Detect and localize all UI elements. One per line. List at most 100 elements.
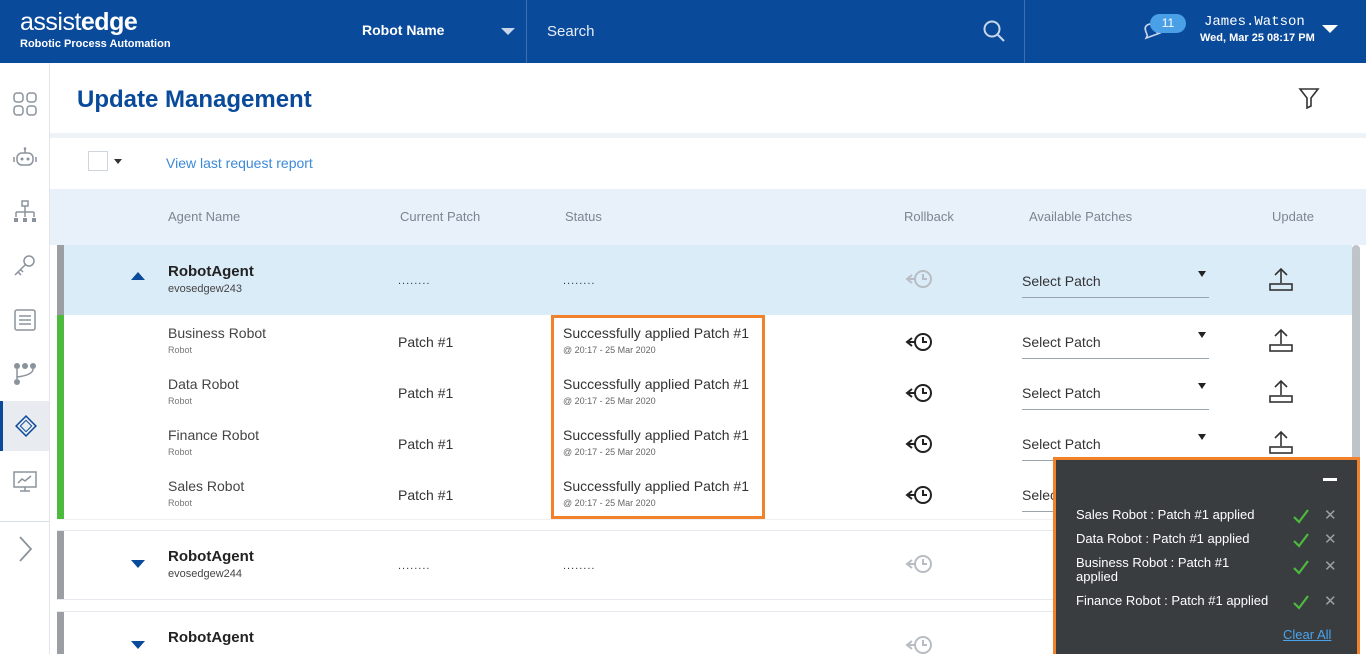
divider <box>0 521 49 522</box>
view-report-link[interactable]: View last request report <box>166 155 313 171</box>
divider <box>1024 0 1025 63</box>
search-icon[interactable] <box>982 19 1006 43</box>
status-highlight <box>551 315 765 519</box>
rollback-icon[interactable] <box>905 432 935 456</box>
column-header-rollback[interactable]: Rollback <box>904 209 954 224</box>
chevron-down-icon[interactable] <box>114 159 122 164</box>
patch-select[interactable]: Select Patch <box>1022 377 1209 410</box>
table-header <box>50 189 1366 245</box>
page-title: Update Management <box>77 86 312 113</box>
logo-text-right: edge <box>80 8 138 36</box>
column-header-patch[interactable]: Current Patch <box>400 209 480 224</box>
robot-name: Business Robot <box>168 325 267 341</box>
chip-icon <box>15 415 37 437</box>
column-header-update[interactable]: Update <box>1272 209 1314 224</box>
column-header-status[interactable]: Status <box>565 209 602 224</box>
check-icon <box>1293 560 1309 575</box>
check-icon <box>1293 595 1309 610</box>
dashboard-icon <box>12 92 37 116</box>
sidebar-expand-button[interactable] <box>0 524 49 574</box>
notification-panel: Sales Robot : Patch #1 applied ✕ Data Ro… <box>1053 457 1360 654</box>
close-icon[interactable]: ✕ <box>1324 530 1337 548</box>
key-icon <box>13 255 35 276</box>
agent-title: RobotAgent <box>168 548 254 565</box>
patch-select[interactable]: Select Patch <box>1022 326 1209 359</box>
sidebar-item-hierarchy[interactable] <box>0 187 49 237</box>
rollback-icon[interactable] <box>905 330 935 354</box>
monitor-chart-icon <box>12 471 37 492</box>
sidebar-item-reports[interactable] <box>0 457 49 507</box>
collapse-icon[interactable] <box>131 272 145 280</box>
logo-text-left: assist <box>20 8 81 36</box>
sidebar-item-updates[interactable] <box>0 401 49 451</box>
sidebar-item-dashboard[interactable] <box>0 79 49 129</box>
upload-icon[interactable] <box>1268 429 1294 455</box>
robot-type: Robot <box>168 498 193 508</box>
close-icon[interactable]: ✕ <box>1324 592 1337 610</box>
agent-title: RobotAgent <box>168 263 254 280</box>
sidebar-item-robots[interactable] <box>0 133 49 183</box>
minimize-icon[interactable] <box>1323 478 1337 481</box>
caret-down-icon <box>1198 271 1206 277</box>
robot-name: Data Robot <box>168 376 239 392</box>
current-patch: Patch #1 <box>398 436 454 452</box>
divider <box>526 0 527 63</box>
agent-host: evosedgew243 <box>168 283 243 295</box>
notification-item: Sales Robot : Patch #1 applied <box>1076 507 1255 522</box>
upload-icon[interactable] <box>1268 327 1294 353</box>
sidebar-item-keys[interactable] <box>0 241 49 291</box>
notification-item: Business Robot : Patch #1 applied <box>1076 555 1230 584</box>
patch-select-value: Select Patch <box>1022 436 1101 452</box>
column-header-agent[interactable]: Agent Name <box>168 209 240 224</box>
logo-subtitle: Robotic Process Automation <box>20 38 171 50</box>
logo[interactable]: assistedge Robotic Process Automation <box>20 8 171 50</box>
rollback-icon <box>905 555 932 573</box>
agent-title: RobotAgent <box>168 629 254 646</box>
close-icon[interactable]: ✕ <box>1324 557 1337 575</box>
search-input[interactable]: Search <box>547 23 595 40</box>
notification-item: Data Robot : Patch #1 applied <box>1076 531 1250 546</box>
filter-icon[interactable] <box>1298 87 1320 109</box>
robot-name: Sales Robot <box>168 478 245 494</box>
expand-icon[interactable] <box>131 641 145 649</box>
robot-icon <box>12 147 37 166</box>
select-all-checkbox[interactable] <box>88 151 108 171</box>
hierarchy-icon <box>13 200 36 222</box>
current-patch: Patch #1 <box>398 487 454 503</box>
rollback-icon <box>905 636 932 654</box>
agent-host: evosedgew244 <box>168 568 243 580</box>
current-patch: ........ <box>398 560 431 572</box>
column-header-available[interactable]: Available Patches <box>1029 209 1132 224</box>
patch-select[interactable]: Select Patch <box>1022 265 1209 298</box>
upload-icon[interactable] <box>1268 266 1294 292</box>
rollback-icon[interactable] <box>905 381 935 405</box>
upload-icon[interactable] <box>1268 378 1294 404</box>
user-name[interactable]: James.Watson <box>1204 14 1305 30</box>
chevron-down-icon[interactable] <box>1322 25 1338 33</box>
row-status-bar <box>57 612 64 654</box>
close-icon[interactable]: ✕ <box>1324 506 1337 524</box>
rollback-icon <box>905 270 932 288</box>
notification-badge[interactable]: 11 <box>1150 14 1186 33</box>
row-status-bar <box>57 315 64 366</box>
robot-type: Robot <box>168 345 193 355</box>
robot-name-select[interactable]: Robot Name <box>362 22 444 38</box>
workflow-icon <box>13 363 36 385</box>
clear-all-link[interactable]: Clear All <box>1283 627 1331 642</box>
sidebar-item-logs[interactable] <box>0 295 49 345</box>
row-status-bar <box>57 417 64 468</box>
chevron-down-icon[interactable] <box>501 28 515 35</box>
robot-name: Finance Robot <box>168 427 260 443</box>
check-icon <box>1293 533 1309 548</box>
sidebar-item-workflow[interactable] <box>0 349 49 399</box>
status-text: ........ <box>563 275 596 287</box>
rollback-icon[interactable] <box>905 483 935 507</box>
patch-select-value: Select Patch <box>1022 273 1101 289</box>
caret-down-icon <box>1198 332 1206 338</box>
row-status-bar <box>57 245 64 315</box>
list-icon <box>13 309 36 331</box>
row-status-bar <box>57 366 64 417</box>
sidebar <box>0 63 50 654</box>
expand-icon[interactable] <box>131 560 145 568</box>
chevron-right-icon <box>18 536 32 562</box>
